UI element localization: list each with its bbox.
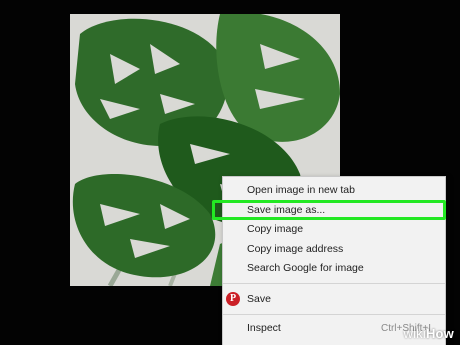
menu-item-search-google-for-image[interactable]: Search Google for image (223, 259, 445, 279)
menu-item-copy-image[interactable]: Copy image (223, 220, 445, 240)
menu-item-copy-image-address[interactable]: Copy image address (223, 240, 445, 260)
menu-item-label: Save image as... (247, 203, 326, 216)
menu-item-label: Search Google for image (247, 262, 364, 274)
menu-divider (223, 282, 445, 284)
menu-item-label: Open image in new tab (247, 184, 355, 196)
wikihow-watermark: wikiHow (403, 326, 454, 341)
context-menu: Open image in new tab Save image as... C… (222, 176, 446, 345)
menu-item-label: Copy image address (247, 242, 344, 255)
screen: Open image in new tab Save image as... C… (0, 0, 460, 345)
menu-item-save-image-as[interactable]: Save image as... (223, 201, 445, 221)
menu-item-label: Save (247, 292, 271, 305)
menu-item-label: Inspect (247, 321, 281, 334)
menu-item-open-image-new-tab[interactable]: Open image in new tab (223, 181, 445, 201)
menu-item-pinterest-save[interactable]: P Save (223, 288, 445, 310)
pinterest-icon: P (226, 291, 240, 306)
menu-item-label: Copy image (247, 223, 304, 235)
menu-divider (223, 313, 445, 315)
